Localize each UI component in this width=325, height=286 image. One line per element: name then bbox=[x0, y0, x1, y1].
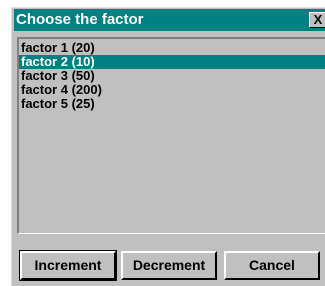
factor-listbox[interactable]: factor 1 (20) factor 2 (10) factor 3 (50… bbox=[17, 37, 325, 234]
increment-button[interactable]: Increment bbox=[19, 250, 117, 281]
close-icon: X bbox=[313, 12, 323, 27]
dialog-title: Choose the factor bbox=[16, 11, 144, 28]
title-bar[interactable]: Choose the factor bbox=[14, 9, 325, 31]
choose-factor-dialog: Choose the factor X factor 1 (20) factor… bbox=[11, 7, 325, 286]
list-item[interactable]: factor 3 (50) bbox=[19, 69, 325, 83]
list-item[interactable]: factor 1 (20) bbox=[19, 41, 325, 55]
decrement-button[interactable]: Decrement bbox=[121, 251, 217, 280]
list-item[interactable]: factor 4 (200) bbox=[19, 83, 325, 97]
close-button[interactable]: X bbox=[309, 12, 325, 28]
list-item-selected[interactable]: factor 2 (10) bbox=[19, 55, 325, 69]
list-item[interactable]: factor 5 (25) bbox=[19, 97, 325, 111]
cancel-button[interactable]: Cancel bbox=[224, 251, 320, 280]
